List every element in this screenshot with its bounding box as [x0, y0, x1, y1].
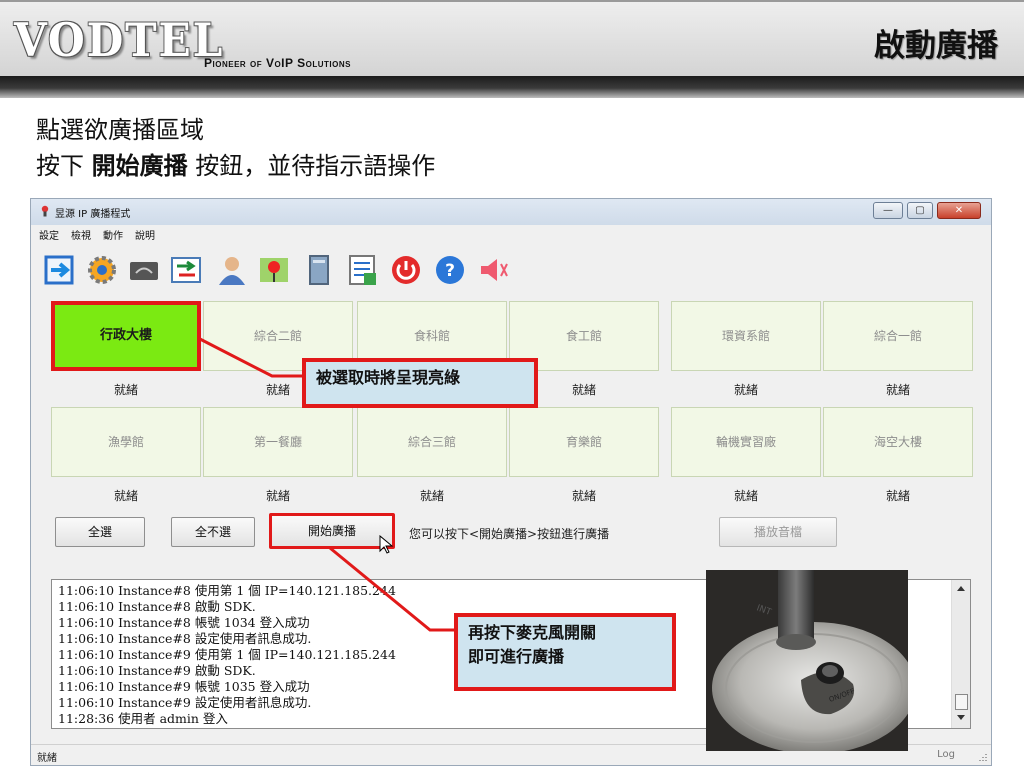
scroll-down-arrow-icon[interactable]: [956, 714, 966, 722]
zone-status: 就緒: [419, 489, 444, 503]
resize-grip-icon[interactable]: [977, 751, 987, 761]
speaker-icon[interactable]: [477, 253, 511, 287]
select-none-button[interactable]: 全不選: [171, 517, 255, 547]
instruction-prefix: 按下: [36, 152, 92, 180]
zone-button[interactable]: 輪機實習廠: [671, 407, 821, 477]
broadcast-hint-text: 您可以按下<開始廣播>按鈕進行廣播: [409, 527, 610, 541]
maximize-button[interactable]: ▢: [907, 202, 933, 219]
slide-title: 啟動廣播: [874, 28, 998, 64]
minimize-button[interactable]: —: [873, 202, 903, 219]
window-titlebar[interactable]: 昱源 IP 廣播程式 — ▢ ✕: [31, 199, 991, 225]
selected-green-callout: 被選取時將呈現亮綠: [302, 358, 538, 408]
menu-bar: 設定 檢視 動作 說明: [31, 227, 159, 245]
zone-status: 就緒: [733, 489, 758, 503]
zone-status: 就緒: [113, 383, 138, 397]
instruction-line-1: 點選欲廣播區域: [36, 116, 204, 144]
zone-button[interactable]: 海空大樓: [823, 407, 973, 477]
exit-icon[interactable]: [43, 253, 77, 287]
play-audio-file-button[interactable]: 播放音檔: [719, 517, 837, 547]
zone-button[interactable]: 育樂館: [509, 407, 659, 477]
help-icon[interactable]: ?: [433, 253, 467, 287]
app-logo-icon: [41, 205, 49, 217]
mic-callout-line-1: 再按下麥克風開關: [468, 623, 597, 642]
map-pin-icon[interactable]: [257, 253, 291, 287]
network-device-icon[interactable]: [127, 253, 161, 287]
header-divider-band: [0, 76, 1024, 98]
zone-status: 就緒: [265, 489, 290, 503]
server-icon[interactable]: [301, 253, 335, 287]
zone-button[interactable]: 綜合三館: [357, 407, 507, 477]
instruction-suffix: 按鈕，並待指示語操作: [187, 152, 436, 180]
start-broadcast-button[interactable]: 開始廣播: [269, 513, 395, 549]
log-scrollbar[interactable]: [951, 580, 970, 728]
zone-status: 就緒: [885, 489, 910, 503]
slide-header: VODTEL Pioneer of VoIP Solutions 啟動廣播: [0, 0, 1024, 76]
transfer-icon[interactable]: [169, 253, 203, 287]
log-label: Log: [937, 749, 955, 760]
instruction-line-2: 按下 開始廣播 按鈕，並待指示語操作: [36, 150, 435, 182]
menu-view[interactable]: 檢視: [71, 227, 91, 242]
zone-status: 就緒: [885, 383, 910, 397]
user-icon[interactable]: [215, 253, 249, 287]
close-button[interactable]: ✕: [937, 202, 981, 219]
zone-button[interactable]: 綜合一館: [823, 301, 973, 371]
zone-button-admin-building[interactable]: 行政大樓: [51, 301, 201, 371]
zone-button[interactable]: 環資系館: [671, 301, 821, 371]
window-title: 昱源 IP 廣播程式: [55, 209, 131, 220]
zone-status: 就緒: [733, 383, 758, 397]
menu-action[interactable]: 動作: [103, 227, 123, 242]
zone-status: 就緒: [113, 489, 138, 503]
settings-gear-icon[interactable]: [85, 253, 119, 287]
select-all-button[interactable]: 全選: [55, 517, 145, 547]
instruction-emphasis: 開始廣播: [91, 152, 188, 180]
power-icon[interactable]: [389, 253, 423, 287]
microphone-photo: ON/OFF INT: [706, 570, 908, 751]
zone-button[interactable]: 漁學館: [51, 407, 201, 477]
menu-help[interactable]: 說明: [135, 227, 155, 242]
microphone-base-image: ON/OFF INT: [706, 570, 908, 751]
vodtel-logo: VODTEL: [14, 13, 225, 67]
scroll-up-arrow-icon[interactable]: [956, 584, 966, 592]
menu-settings[interactable]: 設定: [39, 227, 59, 242]
mic-callout-line-2: 即可進行廣播: [468, 647, 565, 666]
list-icon[interactable]: [345, 253, 379, 287]
svg-text:?: ?: [445, 261, 455, 281]
microphone-callout: 再按下麥克風開關 即可進行廣播: [454, 613, 676, 691]
mouse-cursor-icon: [379, 535, 394, 554]
brand-tagline: Pioneer of VoIP Solutions: [204, 56, 351, 70]
scroll-thumb[interactable]: [955, 694, 968, 710]
zone-button[interactable]: 第一餐廳: [203, 407, 353, 477]
status-text: 就緒: [37, 753, 57, 764]
zone-status: 就緒: [571, 489, 596, 503]
